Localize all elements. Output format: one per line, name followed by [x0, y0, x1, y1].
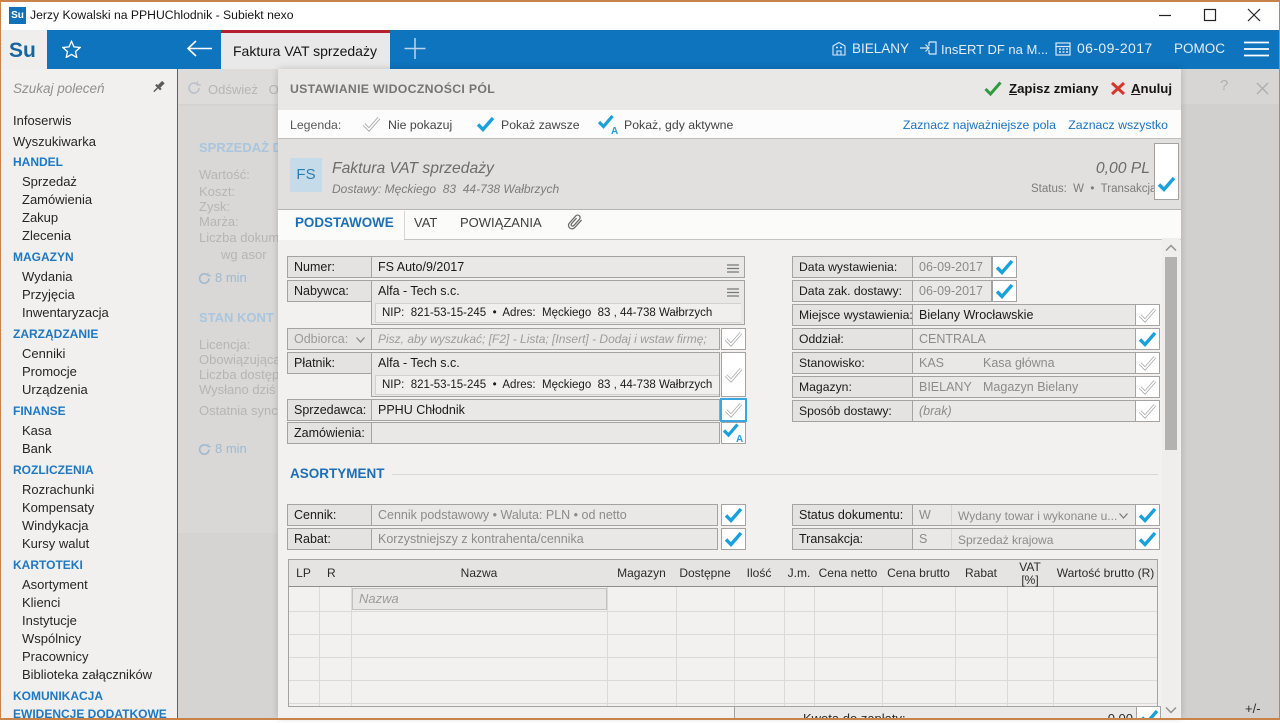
svg-text:A: A [611, 126, 618, 135]
svg-text:A: A [736, 434, 743, 443]
